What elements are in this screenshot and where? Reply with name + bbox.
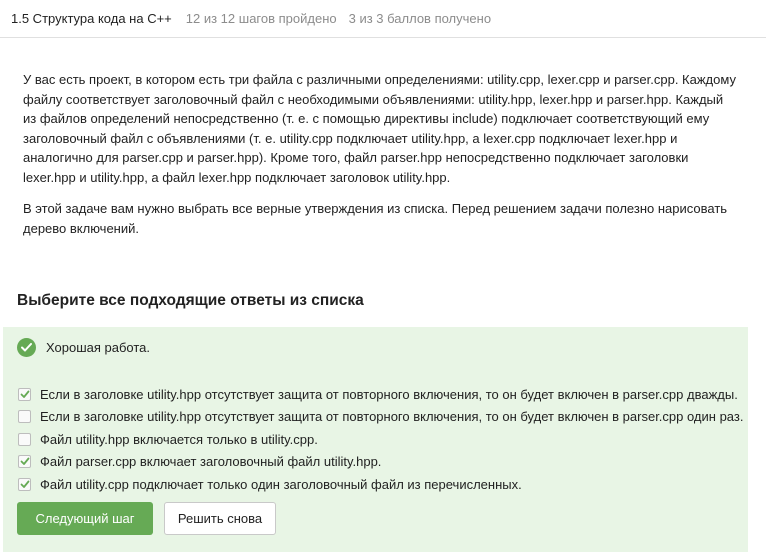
- option-checkbox[interactable]: [18, 410, 31, 424]
- option-label: Файл utility.cpp подключает только один …: [40, 476, 522, 492]
- quiz-panel: Хорошая работа. Если в заголовке utility…: [3, 327, 748, 552]
- answer-options: Если в заголовке utility.hpp отсутствует…: [18, 383, 743, 496]
- option-checkbox[interactable]: [18, 455, 31, 469]
- step-text-paragraph-2: В этой задаче вам нужно выбрать все верн…: [23, 201, 728, 236]
- retry-button[interactable]: Решить снова: [164, 502, 276, 535]
- check-circle-icon: [17, 338, 36, 357]
- feedback-message: Хорошая работа.: [17, 338, 150, 357]
- action-buttons: Следующий шаг Решить снова: [17, 502, 276, 535]
- option-label: Если в заголовке utility.hpp отсутствует…: [40, 409, 744, 425]
- step-text-paragraph-1: У вас есть проект, в котором есть три фа…: [23, 72, 736, 185]
- answer-option[interactable]: Файл utility.hpp включается только в uti…: [18, 428, 743, 451]
- checkmark-icon: [20, 457, 29, 466]
- option-checkbox[interactable]: [18, 432, 31, 446]
- option-label: Файл utility.hpp включается только в uti…: [40, 431, 318, 447]
- quiz-title: Выберите все подходящие ответы из списка: [17, 292, 364, 309]
- option-checkbox[interactable]: [18, 477, 31, 491]
- score-status: 3 из 3 баллов получено: [348, 11, 492, 26]
- step-text: У вас есть проект, в котором есть три фа…: [23, 70, 739, 250]
- answer-option[interactable]: Файл utility.cpp подключает только один …: [18, 473, 743, 496]
- option-label: Если в заголовке utility.hpp отсутствует…: [40, 386, 738, 402]
- checkmark-icon: [20, 390, 29, 398]
- answer-option[interactable]: Файл parser.cpp включает заголовочный фа…: [18, 451, 743, 474]
- feedback-text: Хорошая работа.: [46, 340, 151, 355]
- answer-option[interactable]: Если в заголовке utility.hpp отсутствует…: [18, 406, 743, 429]
- next-step-button[interactable]: Следующий шаг: [17, 502, 153, 535]
- steps-progress: 12 из 12 шагов пройдено: [185, 11, 337, 26]
- checkmark-icon: [20, 480, 29, 488]
- answer-option[interactable]: Если в заголовке utility.hpp отсутствует…: [18, 383, 743, 406]
- option-checkbox[interactable]: [18, 387, 31, 401]
- lesson-header: 1.5 Структура кода на C++ 12 из 12 шагов…: [0, 0, 766, 38]
- lesson-title[interactable]: 1.5 Структура кода на C++: [11, 11, 172, 26]
- option-label: Файл parser.cpp включает заголовочный фа…: [40, 454, 382, 470]
